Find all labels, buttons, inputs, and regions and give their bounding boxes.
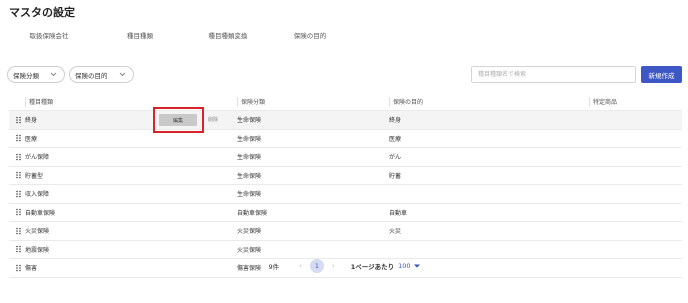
cell-insurance-purpose: 自動車 xyxy=(389,209,408,217)
drag-handle-icon[interactable] xyxy=(16,153,21,161)
drag-handle-icon[interactable] xyxy=(16,134,21,142)
cell-insurance-category: 火災保険 xyxy=(237,228,262,236)
chevron-down-icon xyxy=(118,70,127,79)
total-count: 9件 xyxy=(268,263,280,271)
column-header-product-type: 種目種類 xyxy=(25,93,53,110)
cell-product-type: 貯蓄型 xyxy=(25,172,44,180)
insurance-category-filter-label: 保険分類 xyxy=(13,71,39,80)
drag-handle-icon[interactable] xyxy=(16,171,21,179)
insurance-purpose-filter-label: 保険の目的 xyxy=(75,71,108,80)
search-input[interactable] xyxy=(471,66,636,83)
cell-product-type: 終身 xyxy=(25,117,38,125)
drag-handle-icon[interactable] xyxy=(16,227,21,235)
insurance-category-filter[interactable]: 保険分類 xyxy=(7,66,65,83)
tab-product-type-conversion[interactable]: 種目種類変換 xyxy=(188,24,268,48)
cell-product-type: 収入保障 xyxy=(25,191,50,199)
cell-product-type: 地震保険 xyxy=(25,246,50,254)
table-row[interactable]: 医療 生命保険 医療 xyxy=(9,130,682,148)
filter-bar: 保険分類 保険の目的 xyxy=(7,66,134,83)
column-header-special-product: 特定商品 xyxy=(589,93,617,110)
drag-handle-icon[interactable] xyxy=(16,116,21,124)
cell-product-type: 自動車保険 xyxy=(25,209,56,217)
per-page-label: 1ページあたり xyxy=(350,263,395,271)
per-page-select[interactable]: 100 xyxy=(398,262,420,270)
pagination: 9件 ‹ 1 › 1ページあたり 100 xyxy=(0,259,688,273)
cell-product-type: がん保障 xyxy=(25,154,50,162)
table-row[interactable]: がん保障 生命保険 がん xyxy=(9,148,682,167)
cell-insurance-category: 生命保険 xyxy=(237,172,262,180)
table-header: 種目種類 保険分類 保険の目的 特定商品 xyxy=(9,93,682,111)
cell-insurance-purpose: 貯蓄 xyxy=(389,172,402,180)
next-page-button[interactable]: › xyxy=(332,262,335,270)
tab-insurance-purpose[interactable]: 保険の目的 xyxy=(270,24,350,48)
insurance-purpose-filter[interactable]: 保険の目的 xyxy=(69,66,134,83)
cell-insurance-purpose: 医療 xyxy=(389,135,402,143)
tab-bar: 取扱保険会社 種目種類 種目種類変換 保険の目的 xyxy=(9,24,350,48)
chevron-down-icon xyxy=(413,264,420,268)
drag-handle-icon[interactable] xyxy=(16,190,21,198)
table-row[interactable]: 火災保険 火災保険 火災 xyxy=(9,222,682,241)
cell-insurance-category: 自動車保険 xyxy=(237,209,268,217)
delete-button[interactable]: 削除 xyxy=(208,114,218,126)
table-row[interactable]: 貯蓄型 生命保険 貯蓄 xyxy=(9,167,682,185)
cell-insurance-category: 生命保険 xyxy=(237,191,262,199)
table-body: 終身 編集 削除 生命保険 終身 医療 生命保険 医療 がん保障 生命保険 がん 貯蓄型 生命保険 貯蓄収… xyxy=(9,107,682,278)
page-title: マスタの設定 xyxy=(9,6,75,19)
cell-insurance-purpose: がん xyxy=(389,154,402,162)
cell-product-type: 医療 xyxy=(25,135,38,143)
cell-insurance-category: 生命保険 xyxy=(237,117,262,125)
drag-handle-icon[interactable] xyxy=(16,208,21,216)
product-types-table: 種目種類 保険分類 保険の目的 特定商品 終身 編集 削除 生命保険 終身 医療 生命保険医… xyxy=(9,93,682,278)
column-header-insurance-purpose: 保険の目的 xyxy=(389,93,423,110)
column-header-insurance-category: 保険分類 xyxy=(237,93,265,110)
table-row[interactable]: 地震保険 火災保険 xyxy=(9,241,682,259)
edit-button[interactable]: 編集 xyxy=(159,114,197,126)
tab-product-types[interactable]: 種目種類 xyxy=(100,24,180,48)
cell-insurance-purpose: 火災 xyxy=(389,228,402,236)
table-row[interactable]: 収入保障 生命保険 xyxy=(9,185,682,204)
cell-insurance-category: 火災保険 xyxy=(237,246,262,254)
cell-product-type: 火災保険 xyxy=(25,228,50,236)
prev-page-button[interactable]: ‹ xyxy=(299,262,302,270)
tab-insurance-companies[interactable]: 取扱保険会社 xyxy=(9,24,89,48)
cell-insurance-category: 生命保険 xyxy=(237,135,262,143)
create-new-button[interactable]: 新規作成 xyxy=(641,66,682,83)
table-row[interactable]: 自動車保険 自動車保険 自動車 xyxy=(9,204,682,222)
cell-insurance-category: 生命保険 xyxy=(237,154,262,162)
drag-handle-icon[interactable] xyxy=(16,245,21,253)
cell-insurance-purpose: 終身 xyxy=(389,117,402,125)
per-page-value: 100 xyxy=(398,262,411,270)
page-number-current[interactable]: 1 xyxy=(309,259,324,273)
table-row[interactable]: 終身 編集 削除 生命保険 終身 xyxy=(9,107,682,133)
chevron-down-icon xyxy=(49,70,58,79)
